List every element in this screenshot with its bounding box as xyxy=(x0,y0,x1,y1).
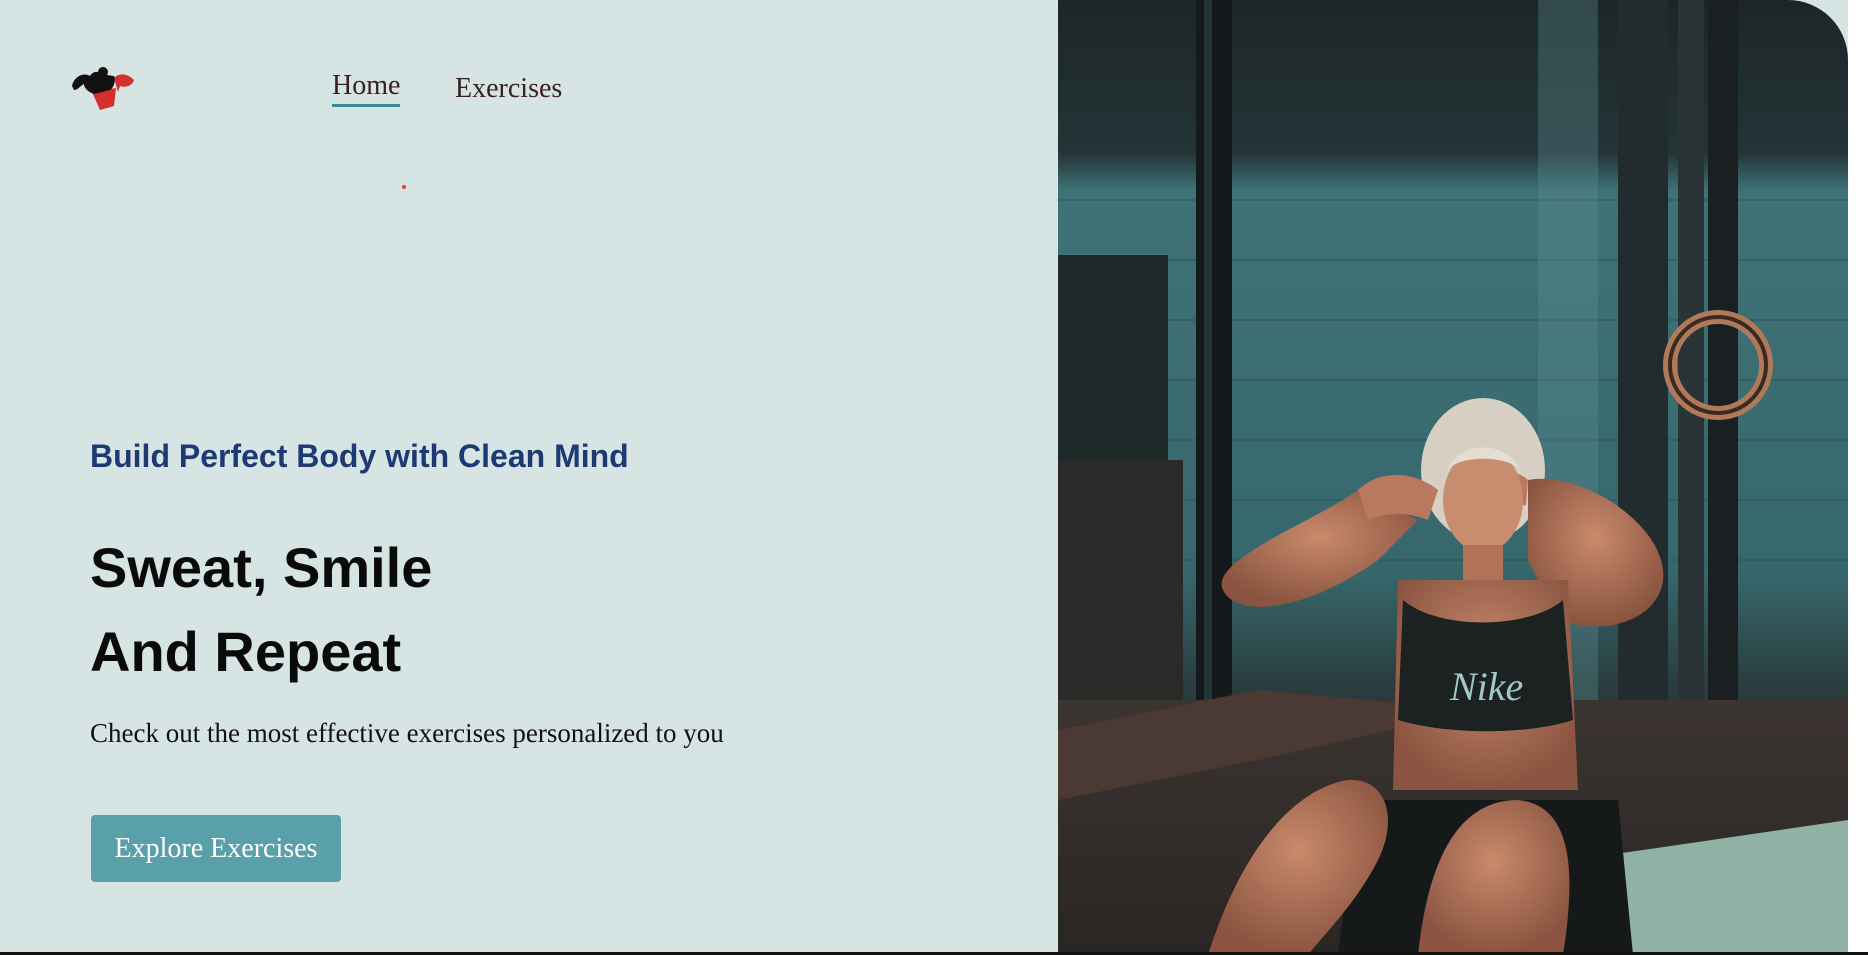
hero-headline: Sweat, Smile And Repeat xyxy=(90,526,432,694)
logo-icon[interactable] xyxy=(70,66,136,110)
nav-home-link[interactable]: Home xyxy=(332,70,401,107)
nav-exercises-link[interactable]: Exercises xyxy=(455,73,562,105)
decorative-dot xyxy=(402,185,406,189)
hero-subtext: Check out the most effective exercises p… xyxy=(90,718,724,748)
shirt-text: Nike xyxy=(1449,664,1523,709)
hero-image: Nike xyxy=(1058,0,1848,955)
hero-tagline: Build Perfect Body with Clean Mind xyxy=(90,438,629,474)
explore-exercises-button[interactable]: Explore Exercises xyxy=(91,815,341,882)
page-edge xyxy=(1848,0,1868,955)
headline-line-1: Sweat, Smile xyxy=(90,536,433,599)
page: Home Exercises Build Perfect Body with C… xyxy=(0,0,1868,955)
headline-line-2: And Repeat xyxy=(90,620,402,683)
